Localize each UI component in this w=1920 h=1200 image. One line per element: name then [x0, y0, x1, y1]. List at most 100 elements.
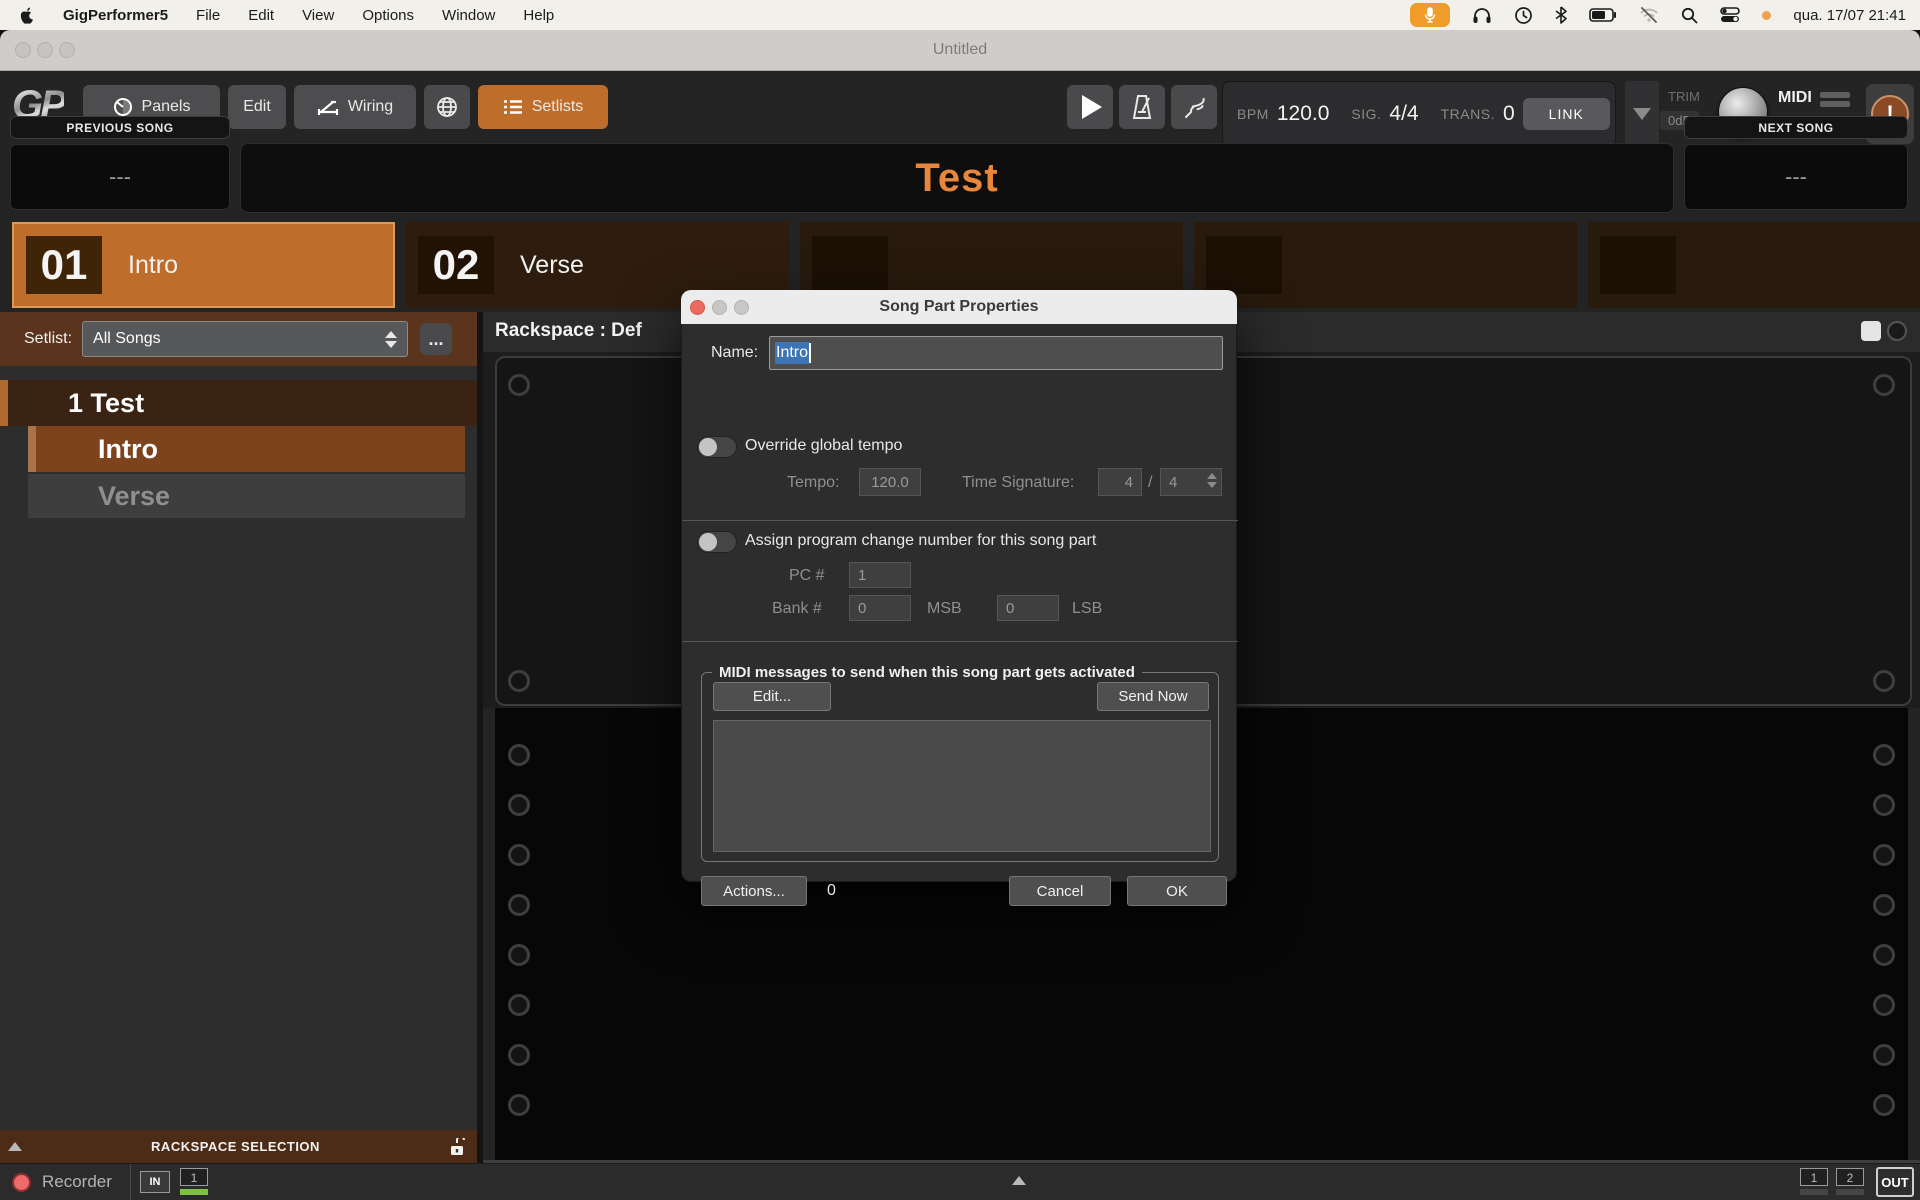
- midi-messages-group-label: MIDI messages to send when this song par…: [712, 664, 1142, 681]
- bank-msb-box[interactable]: 0: [849, 595, 911, 621]
- menu-options[interactable]: Options: [362, 7, 414, 24]
- dialog-minimize-button[interactable]: [712, 300, 727, 315]
- expand-panel-icon[interactable]: [1012, 1176, 1026, 1185]
- tempo-value-box[interactable]: 120.0: [859, 468, 921, 496]
- setlist-more-button[interactable]: ...: [420, 323, 452, 355]
- rackspace-selection-label: RACKSPACE SELECTION: [22, 1139, 449, 1154]
- tempo-label: Tempo:: [787, 474, 839, 492]
- edit-midi-button[interactable]: Edit...: [713, 682, 831, 711]
- knob-view-icon[interactable]: [1887, 321, 1907, 341]
- audio-out-button[interactable]: OUT: [1876, 1167, 1914, 1197]
- ok-button[interactable]: OK: [1127, 876, 1227, 906]
- menu-view[interactable]: View: [302, 7, 334, 24]
- actions-button[interactable]: Actions...: [701, 876, 807, 906]
- dialog-close-button[interactable]: [690, 300, 705, 315]
- screen-recording-indicator-icon: [1762, 11, 1771, 20]
- wifi-off-icon[interactable]: [1639, 7, 1659, 23]
- tuning-fork-button[interactable]: [1171, 85, 1217, 129]
- previous-song-value[interactable]: ---: [10, 144, 230, 210]
- next-song-value[interactable]: ---: [1684, 144, 1908, 210]
- song-part-name-input[interactable]: Intro: [769, 336, 1223, 370]
- setlists-button[interactable]: Setlists: [478, 85, 608, 129]
- song-title-box[interactable]: Test: [240, 143, 1674, 213]
- actions-count: 0: [827, 882, 836, 900]
- song-part-tile-1[interactable]: 01 Intro: [12, 222, 395, 308]
- window-zoom-button[interactable]: [59, 42, 75, 58]
- transport-dropdown-button[interactable]: [1625, 81, 1659, 147]
- bpm-value[interactable]: 120.0: [1277, 102, 1330, 126]
- setlist-dropdown[interactable]: All Songs: [82, 321, 408, 357]
- menu-window[interactable]: Window: [442, 7, 495, 24]
- wiring-label: Wiring: [348, 98, 393, 116]
- tuner-globe-button[interactable]: [424, 85, 470, 129]
- play-icon: [1082, 95, 1102, 119]
- menu-help[interactable]: Help: [523, 7, 554, 24]
- rack-screw-icon: [508, 670, 530, 692]
- time-machine-icon[interactable]: [1514, 6, 1533, 25]
- output-channel-1-level: [1800, 1189, 1828, 1195]
- menu-app-name[interactable]: GigPerformer5: [63, 7, 168, 24]
- song-part-row-intro[interactable]: Intro: [28, 426, 465, 472]
- rack-screw-icon: [1873, 1044, 1895, 1066]
- setlist-icon: [503, 99, 523, 115]
- window-minimize-button[interactable]: [37, 42, 53, 58]
- song-name: Test: [91, 388, 145, 418]
- menu-clock[interactable]: qua. 17/07 21:41: [1793, 7, 1906, 24]
- bluetooth-icon[interactable]: [1555, 6, 1567, 24]
- battery-icon[interactable]: [1589, 8, 1617, 22]
- previous-song-label: PREVIOUS SONG: [10, 116, 230, 139]
- rackspace-selection-bar[interactable]: RACKSPACE SELECTION: [0, 1130, 477, 1163]
- selection-strip: [28, 426, 36, 472]
- headphones-icon[interactable]: [1472, 6, 1492, 24]
- song-part-row-verse[interactable]: Verse: [28, 474, 465, 518]
- part-name: Intro: [128, 251, 178, 280]
- search-icon[interactable]: [1681, 7, 1698, 24]
- bank-number-label: Bank #: [772, 600, 822, 618]
- audio-in-button[interactable]: IN: [140, 1171, 170, 1193]
- play-button[interactable]: [1067, 85, 1113, 129]
- timesig-denominator-box[interactable]: 4: [1160, 468, 1222, 496]
- collapse-up-icon[interactable]: [8, 1142, 22, 1151]
- sig-value[interactable]: 4/4: [1389, 102, 1418, 126]
- rack-screw-icon: [1873, 844, 1895, 866]
- song-row-test[interactable]: 1 Test: [0, 380, 477, 426]
- trans-value[interactable]: 0: [1503, 102, 1515, 126]
- setlist-value: All Songs: [93, 330, 161, 348]
- control-center-icon[interactable]: [1720, 7, 1740, 23]
- window-title-bar: Untitled: [0, 30, 1920, 71]
- song-part-tile-5[interactable]: [1588, 222, 1920, 308]
- apple-menu-icon[interactable]: [18, 5, 35, 25]
- bpm-label: BPM: [1237, 106, 1269, 122]
- stepper-arrows-icon[interactable]: [1207, 473, 1217, 488]
- bank-lsb-box[interactable]: 0: [997, 595, 1059, 621]
- panel-view-icon[interactable]: [1861, 321, 1881, 341]
- trans-label: TRANS.: [1441, 106, 1495, 122]
- updown-arrows-icon: [385, 331, 397, 348]
- input-channel-1-meter: 1: [180, 1168, 208, 1186]
- rackspace-title: Rackspace : Def: [495, 320, 642, 342]
- override-tempo-toggle[interactable]: [697, 436, 737, 458]
- metronome-button[interactable]: [1119, 85, 1165, 129]
- link-button[interactable]: LINK: [1523, 98, 1610, 130]
- unlock-icon[interactable]: [449, 1138, 465, 1156]
- pc-number-box[interactable]: 1: [849, 562, 911, 588]
- window-close-button[interactable]: [15, 42, 31, 58]
- part-number: [1206, 236, 1282, 294]
- menu-edit[interactable]: Edit: [248, 7, 274, 24]
- wiring-button[interactable]: Wiring: [294, 85, 416, 129]
- edit-button[interactable]: Edit: [228, 85, 286, 129]
- timesig-numerator-box[interactable]: 4: [1098, 468, 1142, 496]
- microphone-in-use-icon[interactable]: [1410, 3, 1450, 27]
- menu-file[interactable]: File: [196, 7, 220, 24]
- trim-label: TRIM: [1668, 89, 1700, 104]
- record-button[interactable]: [12, 1173, 31, 1192]
- send-now-button[interactable]: Send Now: [1097, 682, 1209, 711]
- assign-pc-toggle[interactable]: [697, 531, 737, 553]
- name-value-selected: Intro: [776, 344, 808, 361]
- dialog-zoom-button[interactable]: [734, 300, 749, 315]
- song-part-tile-4[interactable]: [1194, 222, 1577, 308]
- text-caret: [809, 343, 811, 363]
- dialog-title-bar: Song Part Properties: [681, 290, 1237, 324]
- midi-messages-list[interactable]: [713, 720, 1211, 852]
- cancel-button[interactable]: Cancel: [1009, 876, 1111, 906]
